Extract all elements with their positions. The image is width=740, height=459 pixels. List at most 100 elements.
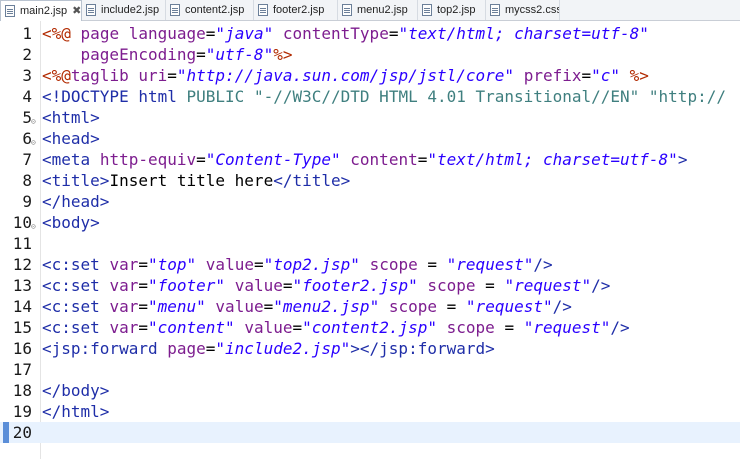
tab-label: footer2.jsp <box>273 4 325 16</box>
code-line[interactable]: 16 <jsp:forward page="include2.jsp"></jsp… <box>0 338 740 359</box>
code-text: <c:set var="footer" value="footer2.jsp" … <box>42 275 610 296</box>
code-line[interactable]: 11 <box>0 233 740 254</box>
code-token: "request" <box>465 297 553 316</box>
close-tab-icon[interactable]: ✖ <box>72 5 81 17</box>
code-editor[interactable]: 1 <%@ page language="java" contentType="t… <box>0 21 740 459</box>
code-token: /> <box>610 318 630 337</box>
code-line[interactable]: 5 ⊝ <html> <box>0 107 740 128</box>
code-line[interactable]: 19 </html> <box>0 401 740 422</box>
code-text: <meta http-equiv="Content-Type" content=… <box>42 149 687 170</box>
code-token: "text/html; charset=utf-8" <box>398 24 649 43</box>
code-line[interactable]: 13 <c:set var="footer" value="footer2.jsp… <box>0 275 740 296</box>
line-number: 1 <box>22 24 32 43</box>
line-number: 4 <box>22 87 32 106</box>
code-token: var <box>109 276 139 295</box>
code-token: = <box>475 276 505 295</box>
tab-menu2-jsp[interactable]: menu2.jsp <box>338 0 418 20</box>
tab-label: mycss2.css <box>505 4 560 16</box>
code-line[interactable]: 10 ⊝ <body> <box>0 212 740 233</box>
tab-mycss2-css[interactable]: mycss2.css <box>486 0 560 20</box>
code-token: "include2.jsp" <box>215 339 351 358</box>
code-text: <c:set var="top" value="top2.jsp" scope … <box>42 254 553 275</box>
code-token: language <box>128 24 206 43</box>
code-token: "content2.jsp" <box>302 318 437 337</box>
code-token: %> <box>629 66 649 85</box>
code-token: Insert title here <box>109 171 274 190</box>
code-token: /> <box>533 255 553 274</box>
code-text: <head> <box>42 128 100 149</box>
code-token: <head> <box>42 129 100 148</box>
code-text: <body> <box>42 212 100 233</box>
code-token: html <box>138 87 177 106</box>
code-line[interactable]: 14 <c:set var="menu" value="menu2.jsp" sc… <box>0 296 740 317</box>
code-token: <c:set <box>42 276 100 295</box>
code-token: = <box>417 255 447 274</box>
code-token: <c:set <box>42 297 100 316</box>
line-number: 7 <box>22 150 32 169</box>
code-token: = <box>205 339 216 358</box>
code-line[interactable]: 7 <meta http-equiv="Content-Type" content… <box>0 149 740 170</box>
code-token: </title> <box>273 171 351 190</box>
tab-content2-jsp[interactable]: content2.jsp <box>166 0 254 20</box>
code-line[interactable]: 18 </body> <box>0 380 740 401</box>
code-line[interactable]: 4 <!DOCTYPE html PUBLIC "-//W3C//DTD HTML… <box>0 86 740 107</box>
file-icon <box>5 5 15 17</box>
code-line[interactable]: 9 </head> <box>0 191 740 212</box>
code-token: = <box>253 255 264 274</box>
line-number: 2 <box>22 45 32 64</box>
code-token: contentType <box>282 24 389 43</box>
code-token: var <box>109 297 139 316</box>
tab-footer2-jsp[interactable]: footer2.jsp <box>254 0 338 20</box>
code-text: <c:set var="content" value="content2.jsp… <box>42 317 630 338</box>
line-number: 9 <box>22 192 32 211</box>
code-token: PUBLIC <box>186 87 245 106</box>
code-text: <title>Insert title here</title> <box>42 170 350 191</box>
tab-main2-jsp[interactable]: main2.jsp ✖ <box>0 0 82 21</box>
code-token: <c:set <box>42 255 100 274</box>
tab-label: include2.jsp <box>101 4 160 16</box>
code-line[interactable]: 3 <%@taglib uri="http://java.sun.com/jsp/… <box>0 65 740 86</box>
code-token: = <box>417 150 428 169</box>
code-text: <jsp:forward page="include2.jsp"></jsp:f… <box>42 338 495 359</box>
code-line[interactable]: 20 <box>0 422 740 443</box>
code-line[interactable]: 12 <c:set var="top" value="top2.jsp" scop… <box>0 254 740 275</box>
line-number: 3 <box>22 66 32 85</box>
code-token: "request" <box>446 255 534 274</box>
code-line[interactable]: 1 <%@ page language="java" contentType="t… <box>0 23 740 44</box>
code-line[interactable]: 6 ⊝ <head> <box>0 128 740 149</box>
line-number: 5 <box>22 108 32 127</box>
code-token: <!DOCTYPE <box>42 87 129 106</box>
code-line[interactable]: 2 pageEncoding="utf-8"%> <box>0 44 740 65</box>
code-token: value <box>244 318 293 337</box>
code-token: "top2.jsp" <box>263 255 360 274</box>
code-token: page <box>80 24 120 43</box>
code-token: "footer2.jsp" <box>292 276 418 295</box>
code-token: "-//W3C//DTD HTML 4.01 Transitional//EN" <box>253 87 640 106</box>
code-token: = <box>581 66 592 85</box>
tab-include2-jsp[interactable]: include2.jsp <box>82 0 166 20</box>
code-token: = <box>196 150 206 169</box>
code-line[interactable]: 15 <c:set var="content" value="content2.j… <box>0 317 740 338</box>
code-line[interactable]: 8 <title>Insert title here</title> <box>0 170 740 191</box>
code-token: = <box>167 66 177 85</box>
code-token: "top" <box>147 255 197 274</box>
code-line[interactable]: 17 <box>0 359 740 380</box>
file-icon <box>170 4 180 16</box>
tab-top2-jsp[interactable]: top2.jsp <box>418 0 486 20</box>
code-token: "text/html; charset=utf-8" <box>427 150 678 169</box>
